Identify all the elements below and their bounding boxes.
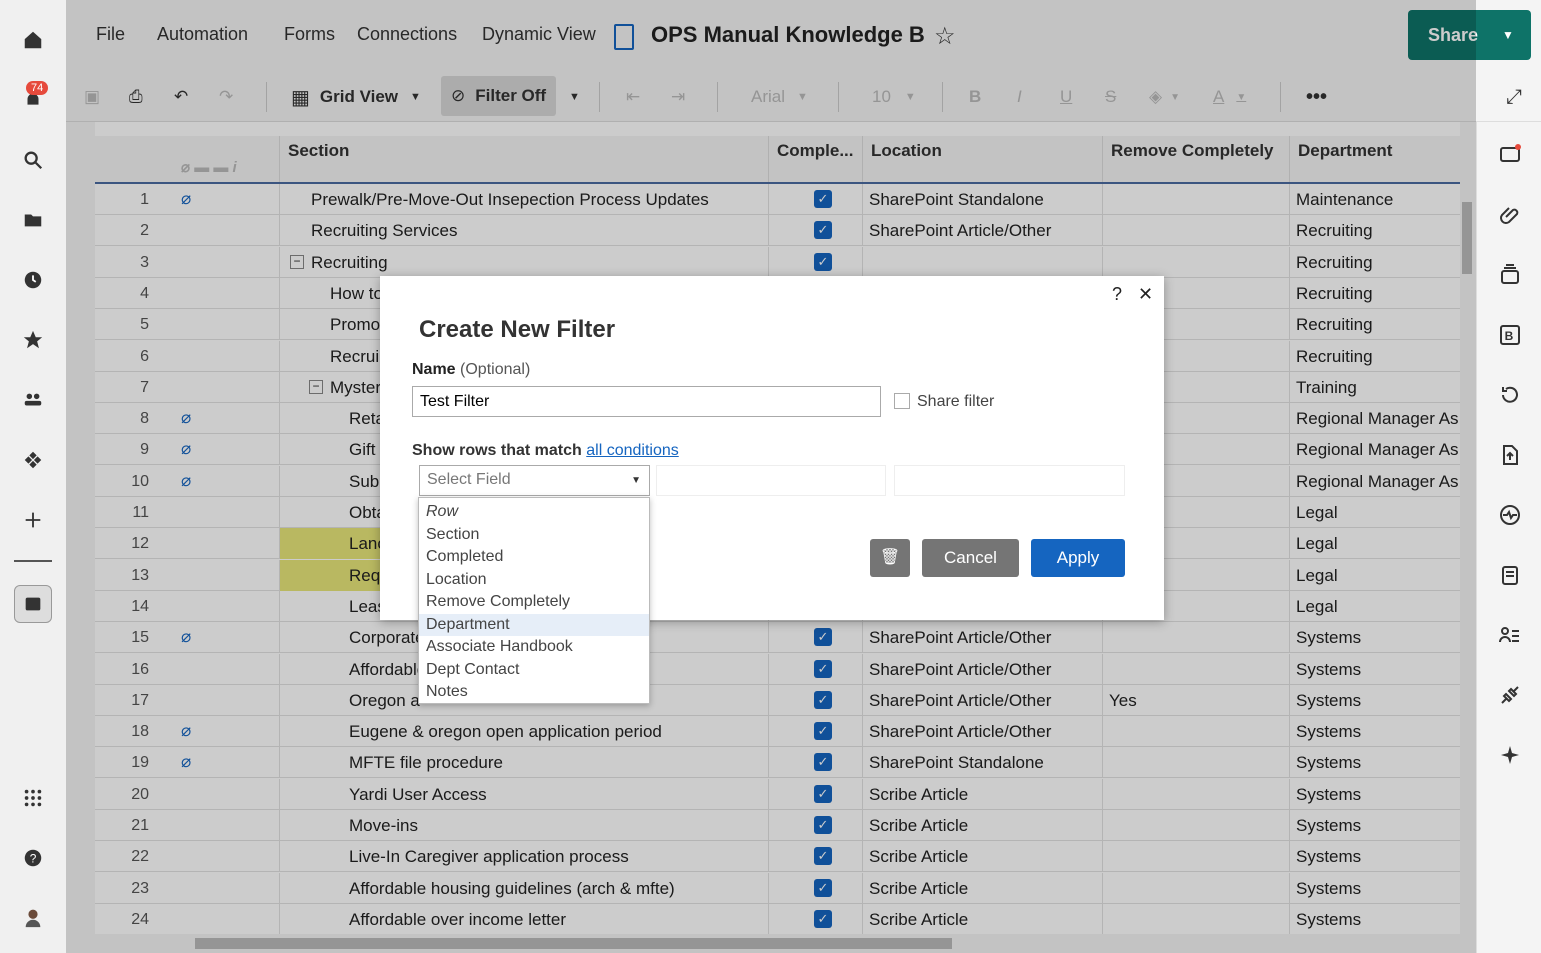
match-row: Show rows that match all conditions — [412, 442, 679, 460]
dropdown-option[interactable]: Notes — [419, 681, 649, 704]
dropdown-option[interactable]: Department — [419, 613, 649, 636]
notification-badge: 74 — [26, 81, 49, 95]
brandfolder-icon[interactable]: B — [1494, 319, 1526, 351]
match-prefix: Show rows that match — [412, 442, 582, 459]
avatar[interactable] — [16, 900, 50, 934]
dropdown-option[interactable]: Section — [419, 524, 649, 547]
operator-dropdown[interactable] — [656, 465, 886, 496]
dropdown-option[interactable]: Location — [419, 569, 649, 592]
field-dropdown-menu: Row Section Completed Location Remove Comple… — [418, 497, 650, 704]
summary-icon[interactable] — [1494, 499, 1526, 531]
activity-log-icon[interactable] — [1494, 379, 1526, 411]
forms-icon[interactable] — [1494, 619, 1526, 651]
dropdown-option[interactable]: Completed — [419, 546, 649, 569]
app-icon[interactable] — [14, 585, 52, 623]
clock-icon[interactable] — [16, 263, 50, 297]
chevron-down-icon: ▼ — [631, 475, 641, 486]
share-filter-checkbox[interactable] — [894, 393, 910, 409]
name-label-row: Name (Optional) — [412, 361, 530, 379]
ai-sparkle-icon[interactable] — [1494, 739, 1526, 771]
cancel-button[interactable]: Cancel — [922, 539, 1019, 577]
publish-icon[interactable] — [1494, 439, 1526, 471]
value-input[interactable] — [894, 465, 1125, 496]
filter-name-input[interactable] — [412, 386, 881, 417]
dropdown-option[interactable]: Row — [419, 501, 649, 524]
notifications-icon[interactable]: 74 — [16, 81, 50, 117]
svg-text:B: B — [1505, 329, 1514, 343]
dropdown-option[interactable]: Dept Contact — [419, 659, 649, 682]
help-icon[interactable]: ? — [16, 841, 50, 875]
left-nav: 74 ? — [0, 0, 66, 953]
search-icon[interactable] — [16, 143, 50, 177]
expand-icon[interactable]: ⤢ — [1506, 80, 1522, 114]
people-icon[interactable] — [16, 383, 50, 417]
attachments-icon[interactable] — [1494, 199, 1526, 231]
star-icon[interactable] — [16, 323, 50, 357]
right-panel: B — [1476, 122, 1541, 953]
proofs-icon[interactable] — [1494, 259, 1526, 291]
workspace-icon[interactable] — [16, 443, 50, 477]
chevron-down-icon[interactable]: ▼ — [1502, 28, 1514, 42]
select-field-dropdown[interactable]: Select Field ▼ — [419, 465, 650, 496]
plus-icon[interactable] — [16, 503, 50, 537]
trash-icon: 🗑 — [879, 549, 901, 566]
home-icon[interactable] — [16, 23, 50, 57]
folder-icon[interactable] — [16, 203, 50, 237]
name-optional: (Optional) — [460, 361, 531, 378]
apply-button[interactable]: Apply — [1031, 539, 1125, 577]
dialog-title: Create New Filter — [419, 316, 616, 343]
dropdown-option[interactable]: Associate Handbook — [419, 636, 649, 659]
name-label: Name — [412, 361, 456, 378]
apps-grid-icon[interactable] — [16, 781, 50, 815]
comments-icon[interactable] — [1494, 139, 1526, 171]
match-mode-link[interactable]: all conditions — [586, 442, 679, 459]
delete-button[interactable]: 🗑 — [870, 539, 910, 577]
share-filter-label: Share filter — [917, 393, 995, 410]
svg-text:?: ? — [30, 852, 37, 866]
connections-icon[interactable] — [1494, 679, 1526, 711]
dropdown-option[interactable]: Remove Completely — [419, 591, 649, 614]
close-icon[interactable]: ✕ — [1138, 284, 1153, 305]
divider — [14, 560, 52, 562]
select-field-placeholder: Select Field — [427, 471, 511, 488]
sheet-summary-icon[interactable] — [1494, 559, 1526, 591]
help-icon[interactable]: ? — [1112, 284, 1122, 305]
